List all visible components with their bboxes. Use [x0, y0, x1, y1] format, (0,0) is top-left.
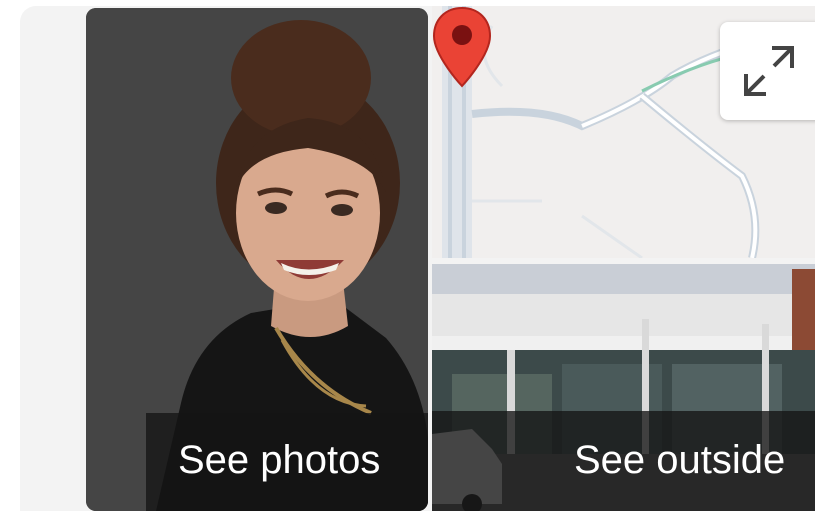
location-pin-icon — [432, 6, 492, 88]
see-photos-tile[interactable]: See photos — [86, 8, 428, 511]
see-outside-tile[interactable]: See outside — [432, 264, 815, 511]
map-preview-tile[interactable] — [432, 6, 815, 258]
see-outside-label: See outside — [574, 438, 786, 482]
expand-map-button[interactable] — [720, 22, 815, 120]
expand-icon — [744, 46, 794, 96]
see-photos-label: See photos — [178, 438, 381, 482]
